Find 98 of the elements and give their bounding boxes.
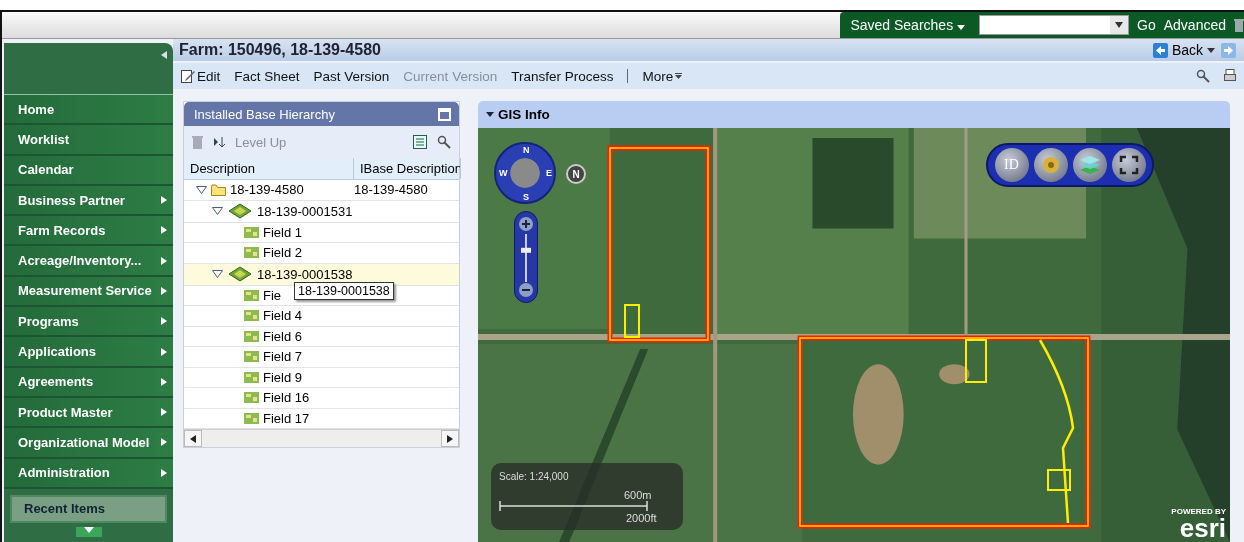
submenu-arrow-icon bbox=[161, 347, 167, 356]
zoom-in-icon[interactable] bbox=[519, 217, 533, 231]
tree-item-label[interactable]: 18-139-0001531 bbox=[257, 203, 353, 219]
tree-item-label[interactable]: Fie bbox=[263, 287, 282, 303]
back-button[interactable]: Back bbox=[1152, 42, 1215, 58]
field-icon bbox=[244, 330, 259, 342]
submenu-arrow-icon bbox=[161, 196, 167, 205]
tree-item-label[interactable]: Field 4 bbox=[263, 308, 303, 324]
dropdown-icon bbox=[1115, 22, 1124, 28]
tree-item-label[interactable]: Field 7 bbox=[263, 349, 303, 365]
field-icon bbox=[244, 351, 259, 363]
toolbar-link[interactable]: Fact Sheet bbox=[234, 68, 300, 84]
go-link[interactable]: Go bbox=[1137, 17, 1156, 33]
field-icon bbox=[244, 226, 259, 238]
sidebar-item[interactable]: Agreements bbox=[4, 367, 173, 398]
scroll-right-icon[interactable] bbox=[447, 434, 453, 443]
sidebar-item[interactable]: Home bbox=[4, 95, 173, 126]
print-icon[interactable] bbox=[1224, 69, 1236, 83]
sidebar-item[interactable]: Administration bbox=[4, 458, 173, 489]
caret-icon bbox=[83, 526, 94, 533]
tree-item-label[interactable]: Field 2 bbox=[263, 245, 303, 261]
submenu-arrow-icon bbox=[161, 317, 167, 326]
tree-item-label[interactable]: Field 9 bbox=[263, 369, 303, 385]
sidebar-item[interactable]: Business Partner bbox=[4, 185, 173, 217]
caret-icon bbox=[957, 25, 966, 30]
tree-item-label[interactable]: Field 1 bbox=[263, 224, 303, 240]
page-title: Farm: 150496, 18-139-4580 bbox=[179, 41, 381, 59]
field-outline bbox=[624, 304, 640, 338]
toolbar-link[interactable]: Past Version bbox=[313, 68, 390, 84]
fullscreen-icon[interactable] bbox=[1111, 148, 1146, 182]
field-icon bbox=[244, 289, 259, 301]
submenu-arrow-icon bbox=[161, 408, 167, 417]
scale-metric: 600m bbox=[624, 489, 652, 501]
zoom-thumb[interactable] bbox=[521, 247, 531, 253]
field-icon bbox=[244, 392, 259, 404]
ibase-description: 18-139-4580 bbox=[354, 182, 428, 198]
sidebar-item[interactable]: Applications bbox=[4, 337, 173, 368]
farm-icon bbox=[227, 201, 253, 221]
sidebar-item[interactable]: Measurement Service bbox=[4, 276, 173, 308]
submenu-arrow-icon bbox=[161, 226, 167, 235]
expand-down-button[interactable] bbox=[75, 526, 102, 537]
measure-tape-icon[interactable] bbox=[1033, 148, 1068, 182]
caret-icon[interactable] bbox=[486, 112, 494, 117]
panel-title: Installed Base Hierarchy bbox=[194, 106, 335, 122]
collapse-icon[interactable] bbox=[196, 185, 207, 194]
panel-title[interactable]: GIS Info bbox=[498, 107, 550, 122]
field-icon bbox=[244, 310, 259, 322]
submenu-arrow-icon bbox=[161, 377, 167, 386]
tooltip: 18-139-0001538 bbox=[294, 281, 394, 300]
field-icon bbox=[244, 247, 259, 259]
zoom-out-icon[interactable] bbox=[519, 283, 533, 297]
edit-icon bbox=[181, 69, 195, 83]
horizontal-scrollbar[interactable] bbox=[184, 429, 459, 447]
tree-item-label[interactable]: Field 17 bbox=[263, 410, 310, 426]
trash-icon[interactable] bbox=[1234, 18, 1244, 32]
more-menu[interactable]: More bbox=[642, 68, 683, 84]
submenu-arrow-icon bbox=[161, 286, 167, 295]
scale-ratio: Scale: 1:24,000 bbox=[499, 471, 569, 482]
saved-searches-menu[interactable]: Saved Searches bbox=[850, 17, 966, 33]
submenu-arrow-icon bbox=[161, 468, 167, 477]
collapse-icon[interactable] bbox=[212, 207, 223, 215]
back-arrow-icon bbox=[1152, 42, 1168, 58]
sidebar-item[interactable]: Organizational Model bbox=[4, 428, 173, 459]
search-field[interactable] bbox=[979, 15, 1130, 35]
scale-imperial: 2000ft bbox=[626, 512, 657, 524]
tree-item-label[interactable]: Field 16 bbox=[263, 390, 310, 406]
tree-item-label[interactable]: Field 6 bbox=[263, 328, 303, 344]
sidebar-item[interactable]: Farm Records bbox=[4, 216, 173, 247]
sidebar-item[interactable]: Worklist bbox=[4, 125, 173, 156]
toolbar-link: Current Version bbox=[403, 68, 498, 84]
caret-icon bbox=[675, 73, 683, 79]
layers-icon[interactable] bbox=[1072, 148, 1107, 182]
field-outline bbox=[965, 339, 987, 383]
advanced-link[interactable]: Advanced bbox=[1163, 17, 1226, 33]
folder-icon bbox=[211, 183, 226, 196]
sidebar-item[interactable]: Calendar bbox=[4, 155, 173, 186]
farm-icon bbox=[227, 264, 253, 284]
submenu-arrow-icon bbox=[161, 438, 167, 447]
scroll-left-icon[interactable] bbox=[190, 434, 196, 443]
zoom-slider[interactable] bbox=[514, 211, 538, 303]
maximize-icon[interactable] bbox=[438, 107, 451, 121]
column-header[interactable]: Description bbox=[184, 158, 354, 179]
recent-items-button[interactable]: Recent Items bbox=[10, 494, 167, 523]
tree-item-label[interactable]: 18-139-4580 bbox=[230, 182, 304, 198]
toolbar-link[interactable]: Transfer Process bbox=[511, 68, 614, 84]
sidebar-item[interactable]: Acreage/Inventory... bbox=[4, 246, 173, 277]
sidebar-item[interactable]: Product Master bbox=[4, 397, 173, 429]
caret-icon bbox=[1207, 47, 1215, 53]
collapse-icon[interactable] bbox=[212, 270, 223, 278]
collapse-sidebar-icon[interactable] bbox=[161, 51, 167, 59]
export-icon[interactable] bbox=[413, 135, 427, 149]
field-icon bbox=[244, 412, 259, 424]
esri-logo: POWERED BY esri bbox=[1171, 507, 1226, 540]
submenu-arrow-icon bbox=[161, 256, 167, 265]
toolbar-link[interactable]: Edit bbox=[181, 68, 221, 84]
sidebar-item[interactable]: Programs bbox=[4, 307, 173, 338]
sort-icon[interactable] bbox=[213, 136, 225, 148]
field-icon bbox=[244, 371, 259, 383]
